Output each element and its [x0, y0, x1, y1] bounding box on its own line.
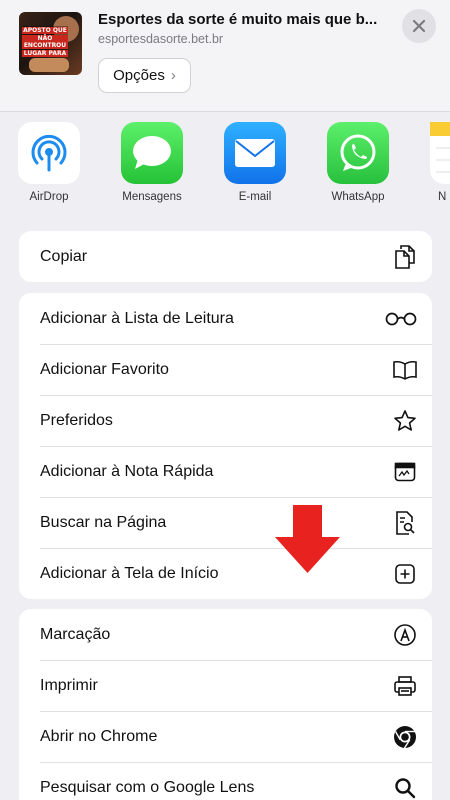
app-label: Mensagens [122, 191, 182, 203]
mail-icon [224, 122, 286, 184]
action-markup[interactable]: Marcação [19, 609, 432, 660]
actions-group-more: Marcação Imprimir Abrir no Chrome Pesqui… [19, 609, 432, 800]
action-label: Copiar [40, 247, 88, 265]
app-label: AirDrop [29, 191, 69, 203]
share-notes[interactable]: N [421, 122, 450, 203]
action-favorites[interactable]: Preferidos [19, 395, 432, 446]
app-label: E-mail [238, 191, 272, 203]
star-icon [392, 408, 418, 434]
action-add-to-home-screen[interactable]: Adicionar à Tela de Início [19, 548, 432, 599]
share-messages[interactable]: Mensagens [112, 122, 192, 203]
find-in-page-icon [392, 510, 418, 536]
page-url: esportesdasorte.bet.br [98, 32, 224, 46]
thumbnail-text-2: NÃO ENCONTROU [22, 35, 68, 49]
app-label: N [438, 191, 447, 203]
actions-group-main: Adicionar à Lista de Leitura Adicionar F… [19, 293, 432, 599]
action-label: Adicionar Favorito [40, 360, 169, 378]
copy-icon [392, 244, 418, 270]
action-quick-note[interactable]: Adicionar à Nota Rápida [19, 446, 432, 497]
action-label: Adicionar à Tela de Início [40, 564, 219, 582]
search-icon [392, 775, 418, 800]
action-label: Adicionar à Lista de Leitura [40, 309, 234, 327]
action-label: Marcação [40, 625, 111, 643]
red-arrow-down-icon [275, 505, 340, 573]
page-title: Esportes da sorte é muito mais que b... [98, 11, 378, 28]
action-label: Buscar na Página [40, 513, 167, 531]
options-button[interactable]: Opções › [98, 58, 191, 93]
airdrop-icon [18, 122, 80, 184]
action-label: Adicionar à Nota Rápida [40, 462, 214, 480]
action-label: Pesquisar com o Google Lens [40, 778, 255, 796]
actions-group-copy: Copiar [19, 231, 432, 282]
action-label: Preferidos [40, 411, 113, 429]
action-label: Abrir no Chrome [40, 727, 158, 745]
share-apps-row: AirDrop Mensagens E-mail WhatsApp N [0, 112, 450, 210]
share-airdrop[interactable]: AirDrop [9, 122, 89, 203]
action-open-in-chrome[interactable]: Abrir no Chrome [19, 711, 432, 762]
share-whatsapp[interactable]: WhatsApp [318, 122, 398, 203]
app-label: WhatsApp [331, 191, 385, 203]
thumbnail-text-1: APOSTO QUE [22, 27, 68, 34]
chrome-icon [392, 724, 418, 750]
printer-icon [392, 673, 418, 699]
options-label: Opções [113, 67, 165, 84]
action-label: Imprimir [40, 676, 98, 694]
share-sheet-header: APOSTO QUE NÃO ENCONTROU LUGAR PARA Espo… [0, 0, 450, 112]
close-button[interactable] [402, 9, 436, 43]
action-add-bookmark[interactable]: Adicionar Favorito [19, 344, 432, 395]
notes-icon [430, 122, 450, 184]
chevron-right-icon: › [170, 67, 176, 84]
action-find-in-page[interactable]: Buscar na Página [19, 497, 432, 548]
quick-note-icon [392, 459, 418, 485]
thumbnail-text-3: LUGAR PARA [22, 50, 68, 57]
action-reading-list[interactable]: Adicionar à Lista de Leitura [19, 293, 432, 344]
action-google-lens[interactable]: Pesquisar com o Google Lens [19, 762, 432, 800]
action-print[interactable]: Imprimir [19, 660, 432, 711]
page-thumbnail: APOSTO QUE NÃO ENCONTROU LUGAR PARA [19, 12, 82, 75]
book-icon [392, 357, 418, 383]
close-icon [412, 19, 426, 33]
action-copy[interactable]: Copiar [19, 231, 432, 282]
whatsapp-icon [327, 122, 389, 184]
markup-icon [392, 622, 418, 648]
messages-icon [121, 122, 183, 184]
glasses-icon [384, 306, 418, 332]
share-mail[interactable]: E-mail [215, 122, 295, 203]
add-square-icon [392, 561, 418, 587]
